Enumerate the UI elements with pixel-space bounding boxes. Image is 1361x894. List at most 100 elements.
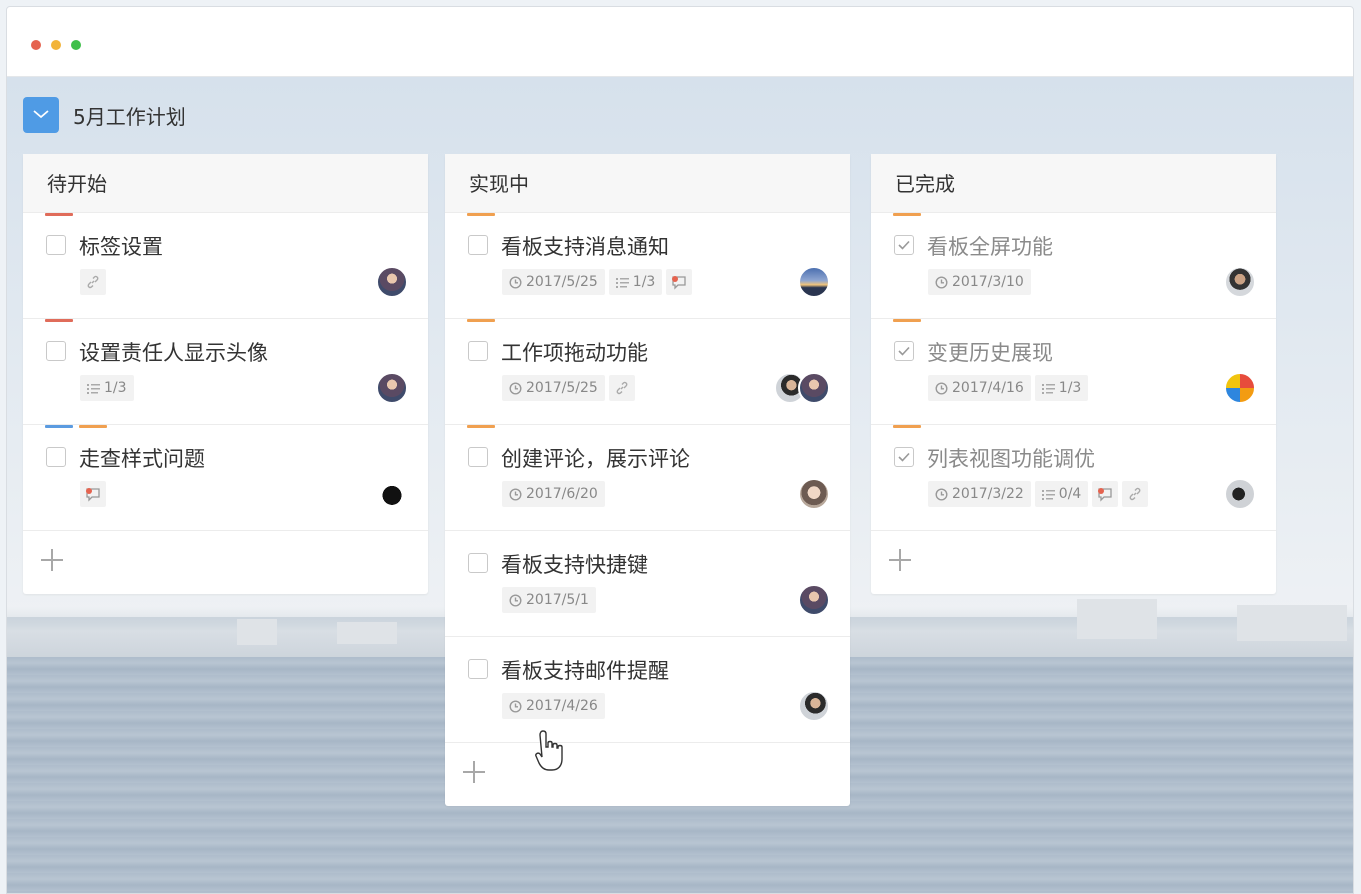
task-checkbox[interactable] — [894, 341, 914, 361]
task-card[interactable]: 看板支持快捷键 2017/5/1 — [445, 531, 850, 637]
board-title: 5月工作计划 — [73, 104, 186, 129]
column-title[interactable]: 实现中 — [445, 154, 850, 213]
column-title[interactable]: 已完成 — [871, 154, 1276, 213]
task-checkbox[interactable] — [46, 235, 66, 255]
column-title[interactable]: 待开始 — [23, 154, 428, 213]
task-title[interactable]: 走查样式问题 — [79, 443, 205, 473]
task-title[interactable]: 看板支持邮件提醒 — [501, 655, 669, 685]
link-icon — [86, 275, 100, 289]
task-card[interactable]: 看板全屏功能 2017/3/10 — [871, 213, 1276, 319]
avatar[interactable] — [1224, 372, 1256, 404]
add-task-button[interactable] — [23, 531, 428, 594]
avatar[interactable] — [798, 266, 830, 298]
tag-orange — [893, 319, 921, 322]
avatar[interactable] — [798, 478, 830, 510]
task-title[interactable]: 创建评论，展示评论 — [501, 443, 690, 473]
task-checkbox[interactable] — [46, 447, 66, 467]
board-icon[interactable] — [23, 97, 59, 133]
task-title[interactable]: 看板支持快捷键 — [501, 549, 648, 579]
task-card[interactable]: 变更历史展现 2017/4/16 1/3 — [871, 319, 1276, 425]
task-checkbox[interactable] — [468, 235, 488, 255]
task-meta: 2017/3/10 — [928, 269, 1031, 295]
avatar[interactable] — [798, 690, 830, 722]
task-checkbox[interactable] — [894, 447, 914, 467]
avatar[interactable] — [376, 478, 408, 510]
task-card[interactable]: 设置责任人显示头像 1/3 — [23, 319, 428, 425]
task-card[interactable]: 标签设置 — [23, 213, 428, 319]
link-chip[interactable] — [1122, 481, 1149, 507]
comment-chip[interactable] — [80, 481, 106, 507]
due-date: 2017/5/25 — [526, 380, 598, 396]
task-checkbox[interactable] — [468, 447, 488, 467]
assignee-avatars — [798, 266, 830, 298]
link-chip[interactable] — [608, 375, 635, 401]
task-card[interactable]: 列表视图功能调优 2017/3/22 0/4 — [871, 425, 1276, 531]
due-date: 2017/3/22 — [952, 486, 1024, 502]
comment-chip[interactable] — [1092, 481, 1119, 507]
task-card[interactable]: 创建评论，展示评论 2017/6/20 — [445, 425, 850, 531]
assignee-avatars — [774, 372, 830, 404]
avatar[interactable] — [1224, 266, 1256, 298]
avatar[interactable] — [798, 372, 830, 404]
task-title[interactable]: 列表视图功能调优 — [927, 443, 1095, 473]
task-checkbox[interactable] — [46, 341, 66, 361]
assignee-avatars — [798, 478, 830, 510]
checklist-chip[interactable]: 1/3 — [608, 269, 663, 295]
minimize-window-dot[interactable] — [51, 40, 61, 50]
avatar[interactable] — [376, 372, 408, 404]
link-chip[interactable] — [80, 269, 106, 295]
task-title[interactable]: 标签设置 — [79, 231, 163, 261]
due-date-chip[interactable]: 2017/5/25 — [502, 269, 605, 295]
card-tags — [45, 425, 107, 428]
card-tags — [893, 213, 921, 216]
board-header: 5月工作计划 — [23, 97, 186, 133]
avatar[interactable] — [798, 584, 830, 616]
task-checkbox[interactable] — [468, 341, 488, 361]
clock-icon — [935, 487, 948, 501]
add-task-button[interactable] — [871, 531, 1276, 594]
due-date-chip[interactable]: 2017/4/16 — [928, 375, 1031, 401]
avatar[interactable] — [1224, 478, 1256, 510]
task-title[interactable]: 变更历史展现 — [927, 337, 1053, 367]
background-building — [1237, 605, 1347, 641]
close-window-dot[interactable] — [31, 40, 41, 50]
card-tags — [45, 213, 73, 216]
tag-orange — [79, 425, 107, 428]
column-0: 待开始标签设置设置责任人显示头像 1/3 走查样式问题 — [23, 154, 428, 594]
task-title[interactable]: 设置责任人显示头像 — [79, 337, 268, 367]
comment-chip[interactable] — [666, 269, 693, 295]
task-title[interactable]: 看板支持消息通知 — [501, 231, 669, 261]
avatar[interactable] — [376, 266, 408, 298]
due-date-chip[interactable]: 2017/3/22 — [928, 481, 1031, 507]
due-date-chip[interactable]: 2017/6/20 — [502, 481, 605, 507]
checklist-count: 0/4 — [1058, 486, 1082, 502]
link-icon — [615, 381, 629, 395]
checklist-chip[interactable]: 1/3 — [1034, 375, 1089, 401]
due-date: 2017/3/10 — [952, 274, 1024, 290]
due-date-chip[interactable]: 2017/5/25 — [502, 375, 605, 401]
background-building — [1077, 599, 1157, 639]
task-checkbox[interactable] — [468, 553, 488, 573]
add-task-button[interactable] — [445, 743, 850, 806]
maximize-window-dot[interactable] — [71, 40, 81, 50]
checklist-icon — [1041, 489, 1055, 500]
task-card[interactable]: 工作项拖动功能 2017/5/25 — [445, 319, 850, 425]
task-checkbox[interactable] — [894, 235, 914, 255]
background-building — [237, 619, 277, 645]
card-tags — [893, 425, 921, 428]
due-date-chip[interactable]: 2017/3/10 — [928, 269, 1031, 295]
checklist-chip[interactable]: 1/3 — [80, 375, 134, 401]
task-title[interactable]: 看板全屏功能 — [927, 231, 1053, 261]
tag-orange — [893, 213, 921, 216]
task-card[interactable]: 看板支持邮件提醒 2017/4/26 — [445, 637, 850, 743]
task-checkbox[interactable] — [468, 659, 488, 679]
checklist-chip[interactable]: 0/4 — [1034, 481, 1089, 507]
card-tags — [45, 319, 73, 322]
tag-red — [45, 213, 73, 216]
comment-icon — [85, 487, 101, 502]
task-card[interactable]: 看板支持消息通知 2017/5/25 1/3 — [445, 213, 850, 319]
due-date-chip[interactable]: 2017/4/26 — [502, 693, 605, 719]
task-card[interactable]: 走查样式问题 — [23, 425, 428, 531]
due-date-chip[interactable]: 2017/5/1 — [502, 587, 596, 613]
task-title[interactable]: 工作项拖动功能 — [501, 337, 648, 367]
